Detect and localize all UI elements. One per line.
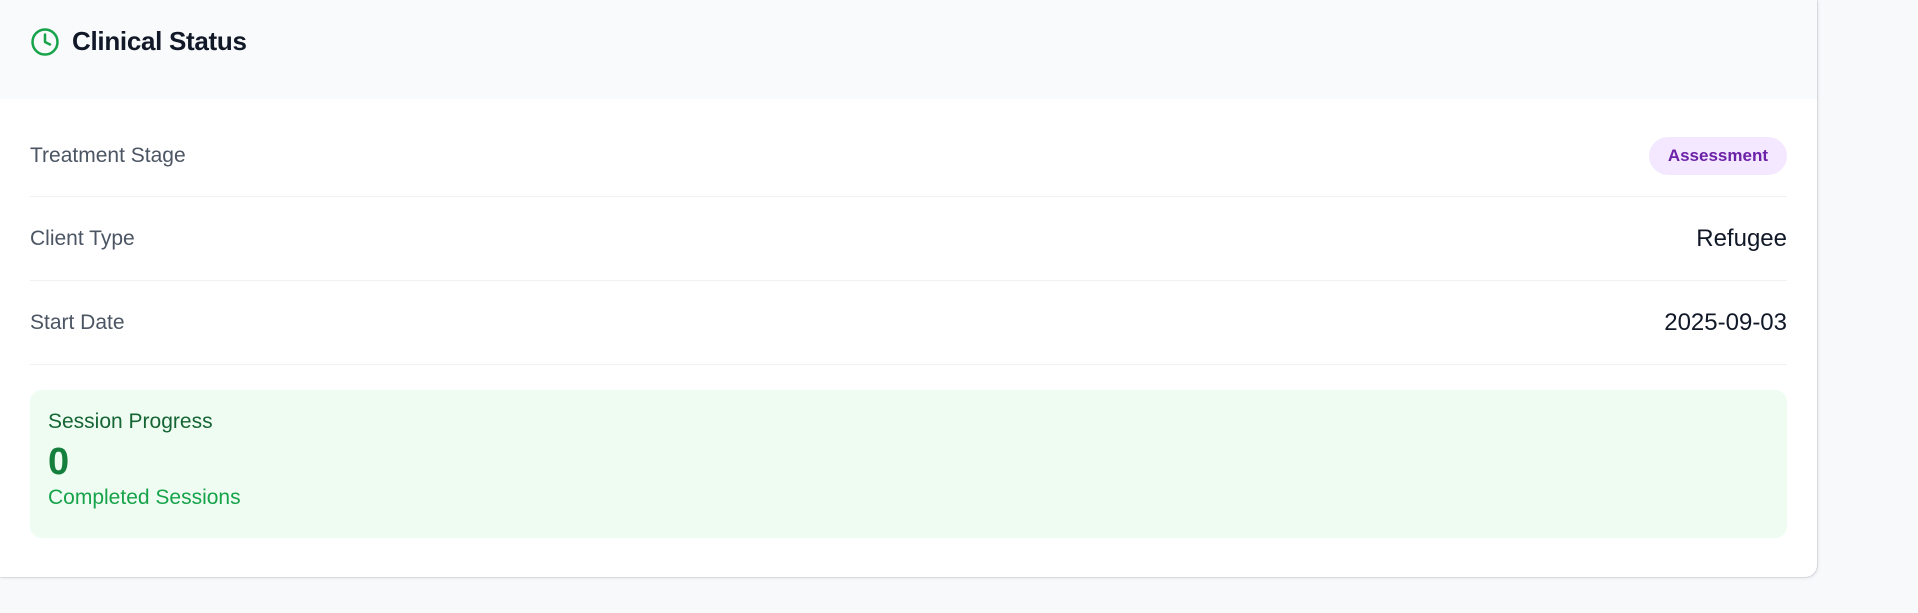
client-type-value: Refugee	[1696, 224, 1787, 252]
card-header: Clinical Status	[0, 0, 1817, 99]
card-title: Clinical Status	[72, 26, 247, 56]
card-body: Treatment Stage Assessment Client Type R…	[0, 116, 1817, 538]
treatment-stage-row: Treatment Stage Assessment	[30, 116, 1787, 197]
treatment-stage-label: Treatment Stage	[30, 144, 186, 167]
client-type-label: Client Type	[30, 226, 135, 250]
clock-icon	[30, 27, 60, 57]
client-type-row: Client Type Refugee	[30, 197, 1787, 281]
completed-sessions-caption: Completed Sessions	[48, 486, 241, 509]
start-date-value: 2025-09-03	[1664, 308, 1787, 336]
completed-sessions-count: 0	[48, 441, 70, 483]
session-progress-panel: Session Progress 0 Completed Sessions	[30, 390, 1787, 538]
start-date-label: Start Date	[30, 310, 125, 334]
start-date-row: Start Date 2025-09-03	[30, 281, 1787, 365]
treatment-stage-badge: Assessment	[1648, 137, 1787, 175]
session-progress-title: Session Progress	[48, 410, 213, 433]
clinical-status-card: Clinical Status Treatment Stage Assessme…	[0, 0, 1817, 577]
